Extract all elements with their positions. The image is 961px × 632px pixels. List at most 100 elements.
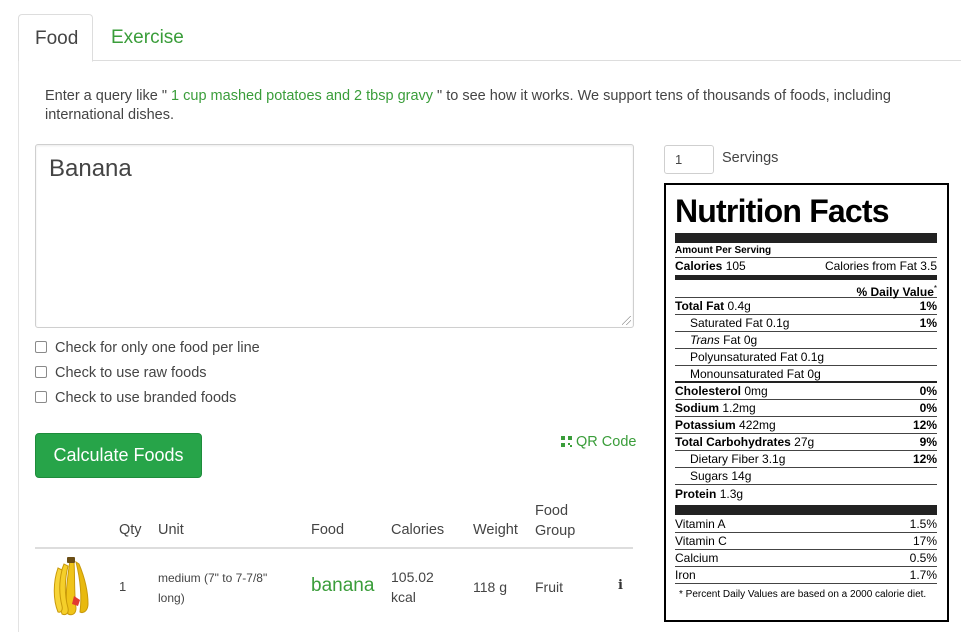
header-food: Food bbox=[311, 522, 345, 538]
example-query-link[interactable]: 1 cup mashed potatoes and 2 tbsp gravy bbox=[171, 88, 433, 104]
nutrient-amount: 0mg bbox=[744, 384, 768, 398]
checkbox[interactable] bbox=[35, 341, 47, 353]
nutrient-dietary-fiber: Dietary Fiber 3.1g 12% bbox=[675, 451, 937, 468]
nutrient-dv: 0% bbox=[919, 384, 937, 398]
nutrient-amount: 14g bbox=[731, 469, 752, 483]
nutrient-name: Total Carbohydrates bbox=[675, 435, 791, 449]
nutrient-amount: 27g bbox=[794, 435, 815, 449]
food-query-input[interactable]: Banana bbox=[35, 144, 634, 328]
calories-value: 105 bbox=[725, 259, 746, 273]
nutrient-name: Trans bbox=[690, 333, 720, 347]
nutrient-dv: 9% bbox=[919, 435, 937, 449]
nutrient-name: Sugars bbox=[690, 469, 729, 483]
nutrient-protein: Protein 1.3g bbox=[675, 485, 937, 503]
daily-value-star: * bbox=[933, 284, 937, 293]
header-calories: Calories bbox=[391, 522, 445, 538]
row-food-group: Fruit bbox=[535, 579, 563, 595]
header-weight: Weight bbox=[473, 522, 518, 538]
nutrient-name: Protein bbox=[675, 487, 717, 501]
nutrient-sodium: Sodium 1.2mg 0% bbox=[675, 400, 937, 417]
qr-code-link[interactable]: QR Code bbox=[561, 434, 636, 450]
thick-divider bbox=[675, 233, 937, 243]
nutrient-amount: 0.1g bbox=[800, 350, 825, 364]
checkbox[interactable] bbox=[35, 391, 47, 403]
option-raw-foods[interactable]: Check to use raw foods bbox=[35, 363, 207, 383]
nutrient-dv: 1% bbox=[919, 316, 937, 330]
nutrient-amount: 0.1g bbox=[766, 316, 790, 330]
table-header-divider bbox=[35, 547, 633, 549]
header-qty: Qty bbox=[119, 522, 142, 538]
nutrient-total-carbohydrates: Total Carbohydrates 27g 9% bbox=[675, 434, 937, 451]
thick-divider bbox=[675, 505, 937, 515]
nutrient-name: Potassium bbox=[675, 418, 736, 432]
nutrient-amount: 1.2mg bbox=[722, 401, 756, 415]
option-label: Check to use raw foods bbox=[55, 365, 207, 381]
nutrient-amount: 3.1g bbox=[762, 452, 786, 466]
nutrient-dv: 1% bbox=[919, 299, 937, 313]
nutrient-monounsaturated-fat: Monounsaturated Fat 0g bbox=[675, 366, 937, 383]
calcium-row: Calcium 0.5% bbox=[675, 550, 937, 567]
tab-bar: Food Exercise bbox=[18, 14, 961, 62]
vitamin-name: Vitamin C bbox=[675, 534, 727, 548]
nutrient-trans-fat: Trans Fat 0g bbox=[675, 332, 937, 349]
row-food-link[interactable]: banana bbox=[311, 574, 374, 598]
row-calories: 105.02 kcal bbox=[391, 567, 434, 607]
iron-row: Iron 1.7% bbox=[675, 567, 937, 584]
vitamin-c-row: Vitamin C 17% bbox=[675, 533, 937, 550]
row-unit-line2: long) bbox=[158, 591, 185, 605]
option-one-food-per-line[interactable]: Check for only one food per line bbox=[35, 338, 260, 358]
option-branded-foods[interactable]: Check to use branded foods bbox=[35, 388, 236, 408]
nutrient-name: Saturated Fat bbox=[690, 316, 763, 330]
option-label: Check to use branded foods bbox=[55, 390, 237, 406]
vitamin-dv: 1.5% bbox=[909, 517, 937, 531]
tab-food[interactable]: Food bbox=[18, 14, 93, 62]
nutrient-name: Monounsaturated Fat bbox=[690, 367, 805, 381]
daily-value-label: % Daily Value bbox=[856, 285, 934, 299]
nutrient-amount: 0.4g bbox=[727, 299, 751, 313]
tab-exercise[interactable]: Exercise bbox=[95, 14, 200, 62]
row-calories-unit: kcal bbox=[391, 589, 416, 605]
row-qty: 1 bbox=[119, 579, 127, 594]
daily-value-footnote: * Percent Daily Values are based on a 20… bbox=[679, 589, 927, 600]
nutrient-name: Total Fat bbox=[675, 299, 725, 313]
nutrient-dv: 0% bbox=[919, 401, 937, 415]
nutrient-name: Cholesterol bbox=[675, 384, 742, 398]
nutrient-name-suffix: Fat bbox=[723, 333, 741, 347]
nutrient-total-fat: Total Fat 0.4g 1% bbox=[675, 298, 937, 315]
nutrient-amount: 1.3g bbox=[719, 487, 744, 501]
vitamin-a-row: Vitamin A 1.5% bbox=[675, 516, 937, 533]
resize-handle[interactable] bbox=[622, 316, 631, 325]
nutrient-name: Dietary Fiber bbox=[690, 452, 759, 466]
servings-input[interactable]: 1 bbox=[664, 145, 714, 174]
servings-label: Servings bbox=[722, 150, 779, 166]
qr-code-icon bbox=[561, 436, 572, 447]
header-unit: Unit bbox=[158, 522, 184, 538]
qr-code-label: QR Code bbox=[576, 434, 637, 450]
vitamin-dv: 17% bbox=[912, 534, 937, 548]
row-calories-value: 105.02 bbox=[391, 569, 434, 585]
calories-row: Calories 105 Calories from Fat 3.5 bbox=[675, 258, 937, 275]
info-icon[interactable]: i bbox=[618, 578, 626, 594]
intro-text: Enter a query like " 1 cup mashed potato… bbox=[45, 87, 925, 125]
nutrient-saturated-fat: Saturated Fat 0.1g 1% bbox=[675, 315, 937, 332]
header-food-group-line2: Group bbox=[535, 523, 576, 539]
row-unit-line1: medium (7" to 7-7/8" bbox=[158, 571, 268, 585]
nutrient-cholesterol: Cholesterol 0mg 0% bbox=[675, 383, 937, 400]
row-unit: medium (7" to 7-7/8" long) bbox=[158, 568, 267, 608]
daily-value-header: % Daily Value* bbox=[675, 280, 937, 299]
banana-image bbox=[53, 557, 89, 616]
calculate-foods-button[interactable]: Calculate Foods bbox=[35, 433, 202, 478]
intro-before: Enter a query like " bbox=[45, 88, 172, 104]
vitamin-name: Iron bbox=[675, 568, 696, 582]
calories-label: Calories bbox=[675, 259, 723, 273]
vitamin-name: Vitamin A bbox=[675, 517, 726, 531]
nutrient-potassium: Potassium 422mg 12% bbox=[675, 417, 937, 434]
nutrient-polyunsaturated-fat: Polyunsaturated Fat 0.1g bbox=[675, 349, 937, 366]
nutrient-name: Sodium bbox=[675, 401, 719, 415]
checkbox[interactable] bbox=[35, 366, 47, 378]
nutrient-dv: 12% bbox=[912, 452, 937, 466]
food-query-value: Banana bbox=[49, 155, 132, 182]
option-label: Check for only one food per line bbox=[55, 340, 260, 356]
nutrient-amount: 0g bbox=[807, 367, 821, 381]
nutrient-dv: 12% bbox=[912, 418, 937, 432]
